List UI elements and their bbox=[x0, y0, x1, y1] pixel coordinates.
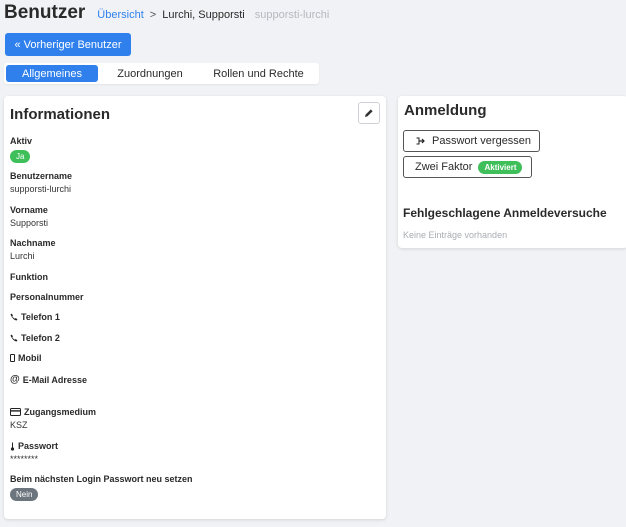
failed-logins-empty: Keine Einträge vorhanden bbox=[403, 230, 508, 240]
tab-rollen-und-rechte[interactable]: Rollen und Rechte bbox=[200, 63, 317, 84]
field-nachname: Nachname Lurchi bbox=[10, 238, 56, 261]
edit-button[interactable] bbox=[358, 102, 380, 124]
field-aktiv: Aktiv Ja bbox=[10, 136, 32, 164]
field-value: KSZ bbox=[10, 420, 28, 430]
field-label: Passwort bbox=[18, 441, 59, 451]
forgot-password-label: Passwort vergessen bbox=[432, 135, 532, 147]
field-label: Telefon 2 bbox=[21, 333, 60, 343]
field-label: Nachname bbox=[10, 238, 56, 248]
field-value: Lurchi bbox=[10, 251, 35, 261]
mobile-phone-icon bbox=[10, 354, 15, 362]
at-icon: @ bbox=[10, 374, 20, 385]
failed-logins-title: Fehlgeschlagene Anmeldeversuche bbox=[403, 206, 607, 220]
tab-allgemeines[interactable]: Allgemeines bbox=[6, 65, 98, 82]
phone-icon bbox=[10, 313, 18, 321]
phone-icon bbox=[10, 334, 18, 342]
field-funktion: Funktion bbox=[10, 272, 48, 282]
field-telefon-1: Telefon 1 bbox=[10, 312, 60, 322]
page-title: Benutzer bbox=[4, 2, 86, 23]
field-label: Benutzername bbox=[10, 171, 73, 181]
field-mobil: Mobil bbox=[10, 353, 42, 363]
field-label: Personalnummer bbox=[10, 292, 84, 302]
field-telefon-2: Telefon 2 bbox=[10, 333, 60, 343]
two-factor-button[interactable]: Zwei Faktor Aktiviert bbox=[403, 156, 532, 178]
field-password-reset: Beim nächsten Login Passwort neu setzen … bbox=[10, 474, 193, 502]
breadcrumb-username: supporsti-lurchi bbox=[254, 9, 330, 21]
field-value: Supporsti bbox=[10, 218, 49, 228]
field-benutzername: Benutzername supporsti-lurchi bbox=[10, 171, 72, 194]
info-card: Informationen Aktiv Ja Benutzername supp… bbox=[4, 96, 386, 519]
active-badge: Ja bbox=[10, 150, 31, 163]
field-label: Beim nächsten Login Passwort neu setzen bbox=[10, 474, 193, 484]
tab-bar: Allgemeines Zuordnungen Rollen und Recht… bbox=[4, 63, 319, 84]
login-title: Anmeldung bbox=[404, 102, 487, 119]
field-vorname: Vorname Supporsti bbox=[10, 205, 48, 228]
field-label: E-Mail Adresse bbox=[22, 374, 87, 385]
field-email: @ E-Mail Adresse bbox=[10, 374, 87, 385]
reset-badge: Nein bbox=[10, 488, 39, 501]
breadcrumb-separator: > bbox=[149, 9, 157, 21]
field-label: Funktion bbox=[10, 272, 48, 282]
breadcrumb-current: Lurchi, Supporsti bbox=[162, 9, 245, 21]
field-value: ******** bbox=[10, 454, 39, 464]
field-label: Zugangsmedium bbox=[24, 407, 97, 417]
previous-user-button[interactable]: « Vorheriger Benutzer bbox=[5, 33, 131, 56]
page-header: Benutzer Übersicht > Lurchi, Supporsti s… bbox=[4, 2, 329, 30]
field-label: Telefon 1 bbox=[21, 312, 60, 322]
breadcrumb-overview-link[interactable]: Übersicht bbox=[97, 9, 143, 21]
field-personalnummer: Personalnummer bbox=[10, 292, 84, 302]
pencil-icon bbox=[365, 109, 373, 117]
key-icon bbox=[10, 442, 15, 451]
two-factor-status-badge: Aktiviert bbox=[478, 160, 523, 174]
tab-zuordnungen[interactable]: Zuordnungen bbox=[100, 63, 200, 84]
sign-out-icon bbox=[416, 137, 425, 145]
info-title: Informationen bbox=[10, 106, 110, 123]
login-card: Anmeldung Passwort vergessen Zwei Faktor… bbox=[398, 96, 626, 248]
field-passwort: Passwort ******** bbox=[10, 441, 58, 464]
forgot-password-button[interactable]: Passwort vergessen bbox=[403, 130, 540, 152]
two-factor-label: Zwei Faktor bbox=[415, 161, 473, 173]
field-value: supporsti-lurchi bbox=[10, 184, 72, 194]
field-zugangsmedium: Zugangsmedium KSZ bbox=[10, 407, 96, 430]
field-label: Aktiv bbox=[10, 136, 33, 146]
field-label: Vorname bbox=[10, 205, 48, 215]
field-label: Mobil bbox=[18, 353, 42, 363]
credit-card-icon bbox=[10, 408, 21, 416]
